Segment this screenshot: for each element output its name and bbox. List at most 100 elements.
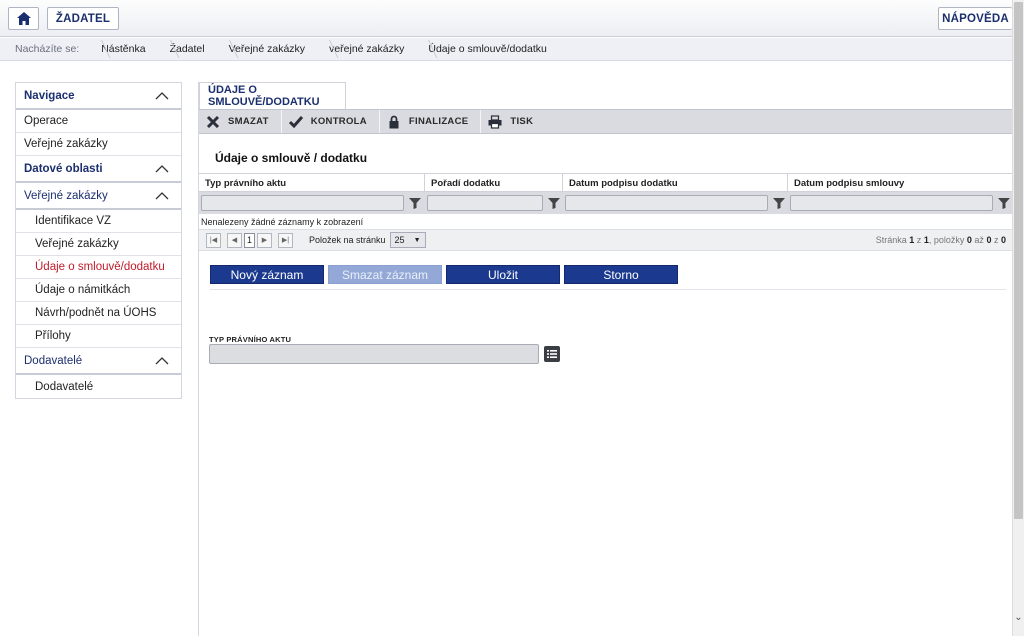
sidebar-item-udaje-o-smlouve[interactable]: Údaje o smlouvě/dodatku (16, 256, 181, 279)
delete-button-label: SMAZAT (228, 116, 269, 127)
new-record-button[interactable]: Nový záznam (210, 265, 324, 284)
filter-icon[interactable] (547, 196, 561, 210)
breadcrumb-item-verejne-zakazky-detail[interactable]: veřejné zakázky (317, 38, 416, 61)
column-header-typ-pravniho-aktu[interactable]: Typ právního aktu (199, 174, 425, 192)
tab-udaje-o-smlouve[interactable]: ÚDAJE O SMLOUVĚ/DODATKU (199, 82, 346, 109)
first-page-icon: |◀ (209, 237, 218, 244)
grid-filter-row (199, 192, 1013, 214)
sidebar-item-verejne-zakazky[interactable]: Veřejné zakázky (16, 133, 181, 156)
column-header-datum-podpisu-smlouvy[interactable]: Datum podpisu smlouvy (788, 174, 1013, 192)
last-page-button[interactable]: ▶| (278, 232, 293, 248)
main-panel: ÚDAJE O SMLOUVĚ/DODATKU SMAZAT KONTROLA … (198, 82, 1013, 636)
filter-input-typ-pravniho-aktu[interactable] (201, 195, 404, 211)
sidebar-section-title: Navigace (24, 89, 75, 102)
breadcrumb-item-current: Údaje o smlouvě/dodatku (416, 38, 559, 61)
column-header-datum-podpisu-dodatku[interactable]: Datum podpisu dodatku (563, 174, 788, 192)
chevron-up-icon[interactable] (155, 91, 169, 100)
chevron-up-icon[interactable] (155, 191, 169, 200)
delete-record-button[interactable]: Smazat záznam (328, 265, 442, 284)
breadcrumb-item-nastenka[interactable]: Nástěnka (89, 38, 157, 61)
sidebar-section-title: Dodavatelé (24, 354, 83, 367)
scroll-down-arrow-icon[interactable]: ⌄ (1013, 612, 1024, 624)
breadcrumb: Nacházíte se: Nástěnka Žadatel Veřejné z… (0, 38, 1012, 61)
typ-pravniho-aktu-input[interactable] (209, 344, 539, 364)
pager-info-of-total: z (993, 235, 999, 245)
current-page-input[interactable]: 1 (244, 232, 255, 248)
per-page-label: Položek na stránku (309, 235, 386, 245)
top-bar: ŽADATEL NÁPOVĚDA (0, 0, 1012, 37)
chevron-up-icon[interactable] (155, 356, 169, 365)
sidebar: Navigace Operace Veřejné zakázky Datové … (15, 82, 182, 399)
sidebar-item-udaje-o-namitkach[interactable]: Údaje o námitkách (16, 279, 181, 302)
breadcrumb-item-zadatel[interactable]: Žadatel (158, 38, 217, 61)
close-icon (206, 115, 220, 128)
lock-icon (389, 115, 399, 128)
home-button[interactable] (8, 7, 39, 30)
pager-info-prefix: Stránka (875, 235, 907, 245)
scrollbar-thumb[interactable] (1014, 2, 1023, 519)
action-buttons: Nový záznam Smazat záznam Uložit Storno (210, 265, 682, 284)
pager-info: Stránka 1 z 1, položky 0 až 0 z 0 (876, 235, 1006, 245)
next-page-icon: ▶ (261, 237, 268, 244)
last-page-icon: ▶| (281, 237, 290, 244)
cancel-button[interactable]: Storno (564, 265, 678, 284)
per-page-select[interactable]: 25 ▼ (389, 232, 426, 248)
sidebar-item-verejne-zakazky-sub[interactable]: Veřejné zakázky (16, 233, 181, 256)
sidebar-section-navigace[interactable]: Navigace (16, 83, 181, 110)
list-icon (547, 350, 557, 358)
filter-input-datum-podpisu-dodatku[interactable] (565, 195, 768, 211)
pager-info-from: 0 (966, 235, 972, 245)
home-icon (16, 12, 31, 25)
checkmark-icon (288, 115, 303, 128)
filter-input-poradi-dodatku[interactable] (427, 195, 543, 211)
sidebar-item-operace[interactable]: Operace (16, 110, 181, 133)
check-button[interactable]: KONTROLA (282, 110, 380, 133)
prev-page-button[interactable]: ◀ (227, 232, 242, 248)
pager-info-items-label: , položky (928, 235, 965, 245)
list-select-button[interactable] (544, 346, 560, 362)
sidebar-item-prilohy[interactable]: Přílohy (16, 325, 181, 348)
prev-page-icon: ◀ (231, 237, 238, 244)
field-label-typ-pravniho-aktu: TYP PRÁVNÍHO AKTU (209, 335, 292, 344)
pager-info-to: 0 (986, 235, 992, 245)
sidebar-section-title: Veřejné zakázky (24, 189, 108, 202)
per-page-value: 25 (394, 235, 405, 245)
delete-button[interactable]: SMAZAT (199, 110, 282, 133)
pager-info-to-label: až (974, 235, 984, 245)
sidebar-item-dodavatele[interactable]: Dodavatelé (16, 375, 181, 398)
sidebar-section-datove-oblasti[interactable]: Datové oblasti (16, 156, 181, 183)
print-button-label: TISK (510, 116, 534, 127)
check-button-label: KONTROLA (310, 116, 367, 127)
divider (210, 289, 1006, 290)
dropdown-arrow-icon: ▼ (413, 236, 421, 244)
breadcrumb-item-verejne-zakazky[interactable]: Veřejné zakázky (217, 38, 317, 61)
pager-info-page: 1 (909, 235, 915, 245)
pager-info-total: 0 (1000, 235, 1006, 245)
filter-icon[interactable] (408, 196, 422, 210)
next-page-button[interactable]: ▶ (257, 232, 272, 248)
sidebar-section-dodavatele[interactable]: Dodavatelé (16, 348, 181, 375)
print-button[interactable]: TISK (481, 110, 545, 133)
sidebar-section-title: Datové oblasti (24, 162, 103, 175)
grid-header: Typ právního aktu Pořadí dodatku Datum p… (199, 173, 1013, 192)
finalize-button[interactable]: FINALIZACE (380, 110, 482, 133)
chevron-up-icon[interactable] (155, 164, 169, 173)
zadatel-button[interactable]: ŽADATEL (47, 7, 119, 30)
first-page-button[interactable]: |◀ (206, 232, 221, 248)
sidebar-section-verejne-zakazky[interactable]: Veřejné zakázky (16, 183, 181, 210)
breadcrumb-label: Nacházíte se: (15, 43, 80, 55)
filter-input-datum-podpisu-smlouvy[interactable] (790, 195, 994, 211)
sidebar-item-identifikace-vz[interactable]: Identifikace VZ (16, 210, 181, 233)
toolbar: SMAZAT KONTROLA FINALIZACE TISK (199, 109, 1013, 134)
pager-info-of: z (916, 235, 922, 245)
save-button[interactable]: Uložit (446, 265, 560, 284)
sidebar-item-navrh-uohs[interactable]: Návrh/podnět na ÚOHS (16, 302, 181, 325)
filter-icon[interactable] (772, 196, 786, 210)
section-title: Údaje o smlouvě / dodatku (215, 151, 368, 165)
filter-icon[interactable] (997, 196, 1011, 210)
help-button[interactable]: NÁPOVĚDA (938, 7, 1012, 30)
finalize-button-label: FINALIZACE (408, 116, 469, 127)
vertical-scrollbar[interactable]: ⌄ (1012, 0, 1024, 636)
printer-icon (488, 114, 502, 129)
column-header-poradi-dodatku[interactable]: Pořadí dodatku (425, 174, 563, 192)
